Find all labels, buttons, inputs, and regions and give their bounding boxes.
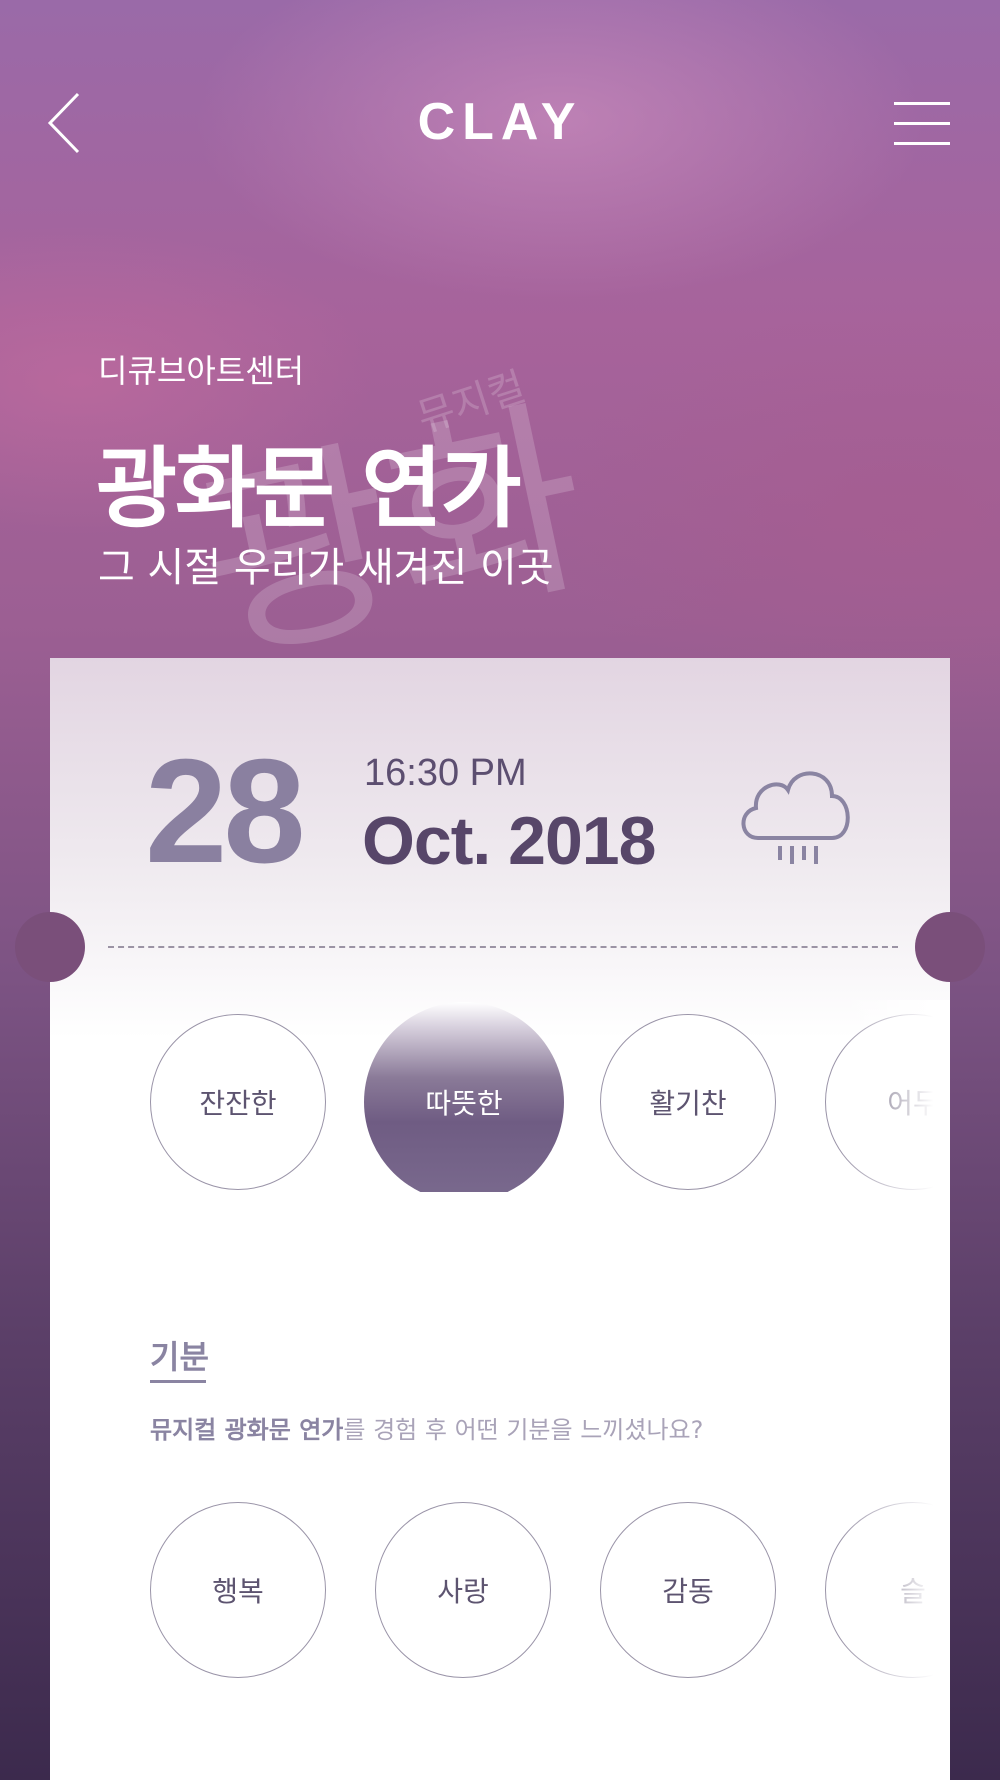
ticket-month-year: Oct. 2018 (362, 803, 656, 879)
menu-button[interactable] (894, 100, 950, 148)
menu-line-icon (894, 142, 950, 145)
ticket-notch-left (15, 912, 85, 982)
tone-chip-calm[interactable]: 잔잔한 (150, 1014, 326, 1190)
mood-chip-row: 행복 사랑 감동 슬 (150, 1490, 950, 1680)
ticket-notch-right (915, 912, 985, 982)
menu-line-icon (894, 122, 950, 125)
top-bar: CLAY (0, 0, 1000, 250)
ticket-divider (108, 946, 898, 948)
show-title: 광화문 연가 (96, 437, 521, 540)
ticket-day: 28 (145, 729, 306, 894)
rain-cloud-icon (736, 760, 856, 870)
menu-line-icon (894, 102, 950, 105)
mood-question-highlight: 뮤지컬 광화문 연가 (150, 1416, 344, 1444)
mood-chip-happy[interactable]: 행복 (150, 1502, 326, 1678)
mood-question: 뮤지컬 광화문 연가를 경험 후 어떤 기분을 느끼셨나요? (150, 1410, 703, 1445)
ticket-time: 16:30 PM (364, 752, 527, 794)
show-subtitle: 그 시절 우리가 새겨진 이곳 (98, 545, 554, 591)
mood-section-title: 기분 (150, 1338, 209, 1376)
tone-chip-warm-selected[interactable]: 따뜻한 (364, 1002, 564, 1192)
scroll-fade (840, 1000, 950, 1200)
mood-question-text: 를 경험 후 어떤 기분을 느끼셨나요? (343, 1416, 704, 1444)
tone-chip-lively[interactable]: 활기찬 (600, 1014, 776, 1190)
mood-section-underline (150, 1380, 206, 1383)
mood-chip-moved[interactable]: 감동 (600, 1502, 776, 1678)
venue-name: 디큐브아트센터 (98, 352, 305, 390)
app-logo: CLAY (417, 93, 583, 151)
scroll-fade (840, 1488, 950, 1688)
mood-chip-love[interactable]: 사랑 (375, 1502, 551, 1678)
tone-chip-row: 잔잔한 따뜻한 활기찬 어두 (150, 1002, 950, 1192)
